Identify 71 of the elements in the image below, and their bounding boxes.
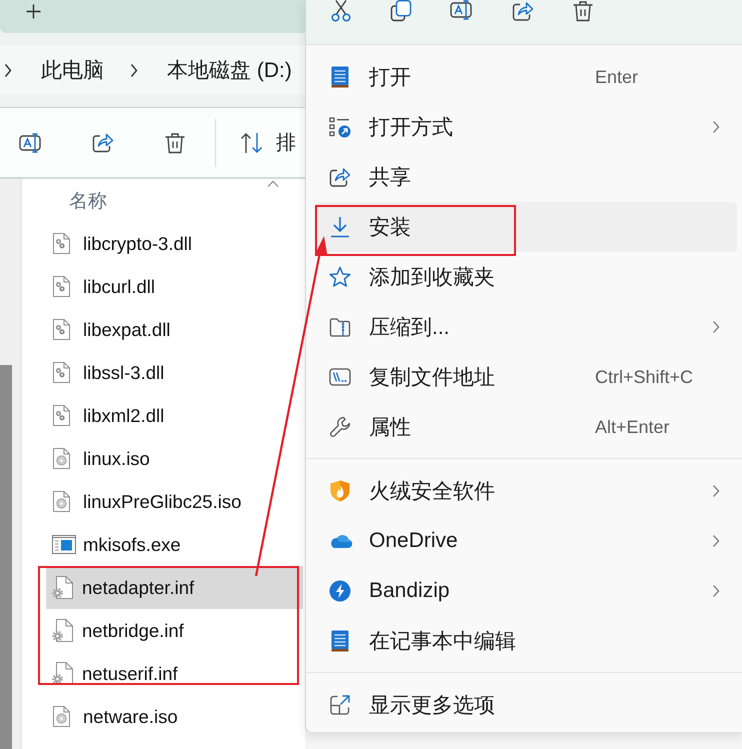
copy-icon[interactable] bbox=[390, 0, 412, 22]
sort-button[interactable]: 排 bbox=[240, 129, 296, 156]
menu-item[interactable]: Bandizip bbox=[315, 566, 737, 616]
rename-icon[interactable] bbox=[450, 0, 474, 20]
notepad-icon bbox=[329, 66, 351, 88]
setup-file-icon bbox=[52, 662, 73, 685]
menu-item[interactable]: 共享 bbox=[315, 152, 737, 202]
settings-file-icon bbox=[53, 276, 70, 297]
expand-icon bbox=[329, 694, 351, 716]
app-list-icon bbox=[329, 116, 351, 138]
file-row[interactable]: libcrypto-3.dll bbox=[46, 222, 303, 265]
program-file-icon bbox=[52, 535, 76, 554]
file-row[interactable]: libexpat.dll bbox=[46, 308, 303, 351]
settings-file-icon bbox=[53, 405, 70, 426]
file-row[interactable]: linux.iso bbox=[46, 437, 303, 480]
disc-file-icon bbox=[53, 706, 70, 727]
wrench-icon bbox=[329, 416, 351, 438]
file-row[interactable]: netbridge.inf bbox=[46, 609, 303, 652]
settings-file-icon bbox=[53, 233, 70, 254]
keyboard-shortcut: Alt+Enter bbox=[595, 416, 670, 438]
chevron-icon[interactable] bbox=[4, 62, 12, 78]
menu-item[interactable]: OneDrive bbox=[315, 516, 737, 566]
download-icon bbox=[329, 216, 351, 238]
keyboard-shortcut: Enter bbox=[595, 66, 638, 88]
share-icon[interactable] bbox=[92, 132, 114, 153]
notepad-icon bbox=[329, 630, 351, 652]
menu-item[interactable]: 显示更多选项 bbox=[315, 680, 737, 730]
breadcrumb[interactable]: 本地磁盘 (D:) bbox=[167, 56, 292, 84]
disc-file-icon bbox=[53, 448, 70, 469]
sort-caret-icon bbox=[267, 180, 279, 187]
file-row[interactable]: libssl-3.dll bbox=[46, 351, 303, 394]
menu-item[interactable]: 火绒安全软件 bbox=[315, 466, 737, 516]
settings-file-icon bbox=[53, 319, 70, 340]
file-row[interactable]: netware.iso bbox=[46, 695, 303, 738]
settings-file-icon bbox=[53, 362, 70, 383]
file-row[interactable]: netuserif.inf bbox=[46, 652, 303, 695]
trash-icon[interactable] bbox=[164, 132, 186, 154]
flame-shield-icon bbox=[329, 480, 351, 502]
menu-item[interactable]: 在记事本中编辑 bbox=[315, 616, 737, 666]
keyboard-shortcut: Ctrl+Shift+C bbox=[595, 366, 694, 388]
setup-file-icon bbox=[52, 619, 73, 642]
column-header[interactable]: 名称 bbox=[69, 188, 107, 214]
disc-file-icon bbox=[53, 491, 70, 512]
menu-item[interactable]: 安装 bbox=[315, 202, 737, 252]
lightning-circle-icon bbox=[329, 580, 351, 602]
cloud-icon bbox=[329, 534, 353, 548]
sort-icon bbox=[240, 132, 264, 154]
scissors-icon[interactable] bbox=[330, 0, 352, 22]
trash-icon[interactable] bbox=[572, 0, 594, 22]
share-icon[interactable] bbox=[512, 0, 534, 22]
file-row[interactable]: libxml2.dll bbox=[46, 394, 303, 437]
file-row[interactable]: mkisofs.exe bbox=[46, 523, 303, 566]
menu-item[interactable]: 复制文件地址 Ctrl+Shift+C bbox=[315, 352, 737, 402]
scrollbar-thumb[interactable] bbox=[0, 365, 12, 749]
menu-item[interactable]: 添加到收藏夹 bbox=[315, 252, 737, 302]
new-tab-icon[interactable] bbox=[26, 4, 41, 19]
setup-file-icon bbox=[52, 576, 73, 599]
file-path-icon bbox=[329, 366, 351, 388]
menu-item[interactable]: 属性 Alt+Enter bbox=[315, 402, 737, 452]
file-row[interactable]: netadapter.inf bbox=[46, 566, 303, 609]
rename-icon[interactable] bbox=[19, 132, 43, 152]
zipper-folder-icon bbox=[329, 316, 351, 338]
file-row[interactable]: libcurl.dll bbox=[46, 265, 303, 308]
breadcrumb[interactable]: 此电脑 bbox=[41, 56, 104, 84]
file-row[interactable]: linuxPreGlibc25.iso bbox=[46, 480, 303, 523]
menu-item[interactable]: 打开 Enter bbox=[315, 52, 737, 102]
chevron-icon[interactable] bbox=[130, 62, 138, 78]
star-icon bbox=[329, 266, 351, 288]
menu-item[interactable]: 压缩到... bbox=[315, 302, 737, 352]
share-icon bbox=[329, 166, 351, 188]
menu-item[interactable]: 打开方式 bbox=[315, 102, 737, 152]
